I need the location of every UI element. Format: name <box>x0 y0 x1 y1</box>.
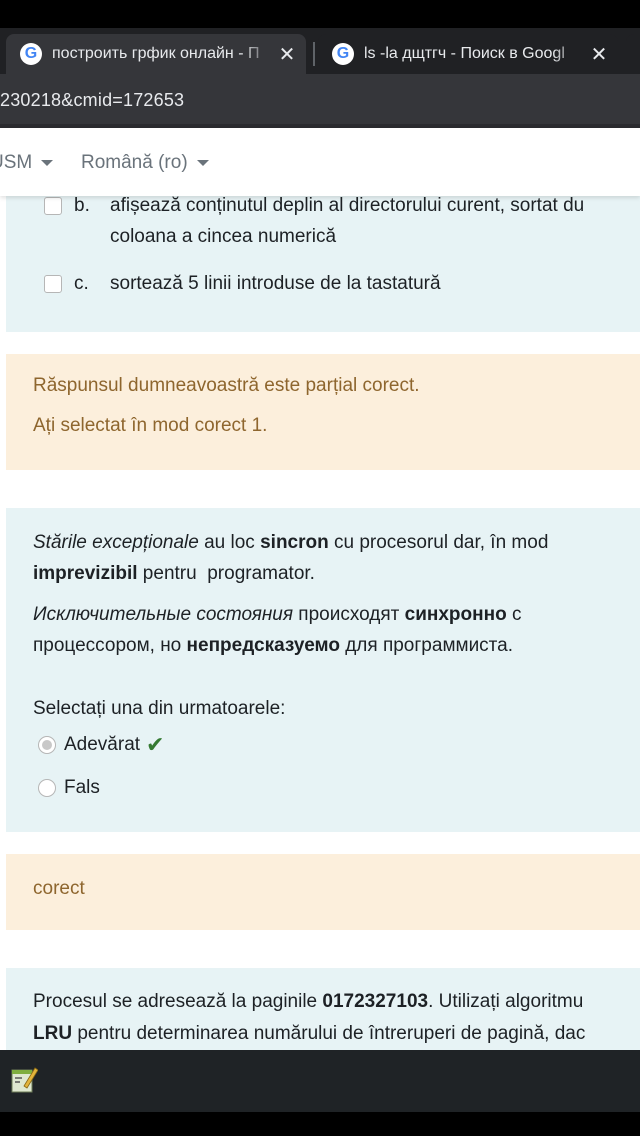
bold-term: sincron <box>260 532 329 553</box>
close-tab-icon[interactable]: ✕ <box>586 42 612 67</box>
question-1-option-c[interactable]: c. sortează 5 linii introduse de la tast… <box>44 268 441 299</box>
bold-term: 0172327103 <box>322 991 429 1012</box>
feedback-1-line1: Răspunsul dumneavoastră este parțial cor… <box>33 375 420 396</box>
chevron-down-icon <box>41 160 54 166</box>
text: pentru determinarea numărului de întreru… <box>72 1023 586 1044</box>
google-icon: G <box>20 43 42 65</box>
feedback-1-box: Răspunsul dumneavoastră este parțial cor… <box>6 354 640 470</box>
option-text: sortează 5 linii introduse de la tastatu… <box>110 273 441 294</box>
text: с <box>506 604 522 625</box>
option-letter: c. <box>74 273 89 294</box>
italic-term: Исключительные состояния <box>33 604 294 625</box>
question-2-text-ro-line2: imprevizibil pentru programator. <box>33 558 315 589</box>
question-2-prompt: Selectați una din urmatoarele: <box>33 698 286 719</box>
browser-tab-1[interactable]: G построить грфик онлайн - П ✕ <box>6 34 306 74</box>
nav-menu-usm[interactable]: USM <box>0 152 54 174</box>
text: au loc <box>198 532 261 553</box>
question-2-box: Stările excepționale au loc sincron cu p… <box>6 508 640 832</box>
text: pentru programator. <box>137 563 315 584</box>
text: процессором, но <box>33 635 187 656</box>
browser-tab-3[interactable] <box>626 34 640 74</box>
feedback-2-box: corect <box>6 854 640 930</box>
question-2-text-ru-line2: процессором, но непредсказуемо для прогр… <box>33 630 513 661</box>
bold-term: LRU <box>33 1023 73 1044</box>
option-text: afișează conținutul deplin al directorul… <box>110 196 585 216</box>
answer-option-false[interactable]: Fals <box>38 772 100 803</box>
os-taskbar <box>0 1050 640 1112</box>
radio-button[interactable] <box>38 779 56 797</box>
checkbox[interactable] <box>44 197 62 215</box>
text: Procesul se adresează la paginile <box>33 991 323 1012</box>
browser-tab-2[interactable]: G ls -la дщтгч - Поиск в Googl ✕ <box>318 34 618 74</box>
option-text: coloana a cincea numerică <box>110 226 337 247</box>
quiz-review-content: b. afișează conținutul deplin al directo… <box>0 196 640 1050</box>
question-1-option-b[interactable]: b. afișează conținutul deplin al directo… <box>44 196 584 252</box>
text: для программиста. <box>339 635 514 656</box>
radio-button-checked[interactable] <box>38 736 56 754</box>
italic-term: Stările excepționale <box>33 532 199 553</box>
option-label: Fals <box>64 777 100 798</box>
question-3-text-line1: Procesul se adresează la paginile 017232… <box>33 986 583 1017</box>
tab-title: ls -la дщтгч - Поиск в Googl <box>364 45 565 62</box>
google-icon: G <box>332 43 354 65</box>
question-2-text-ru-line1: Исключительные состояния происходят синх… <box>33 599 521 630</box>
checkmark-icon: ✔ <box>146 732 165 757</box>
language-label: Română ‎(ro)‎ <box>81 152 188 173</box>
text: . Utilizați algoritmu <box>428 991 584 1012</box>
screen-top-bar <box>0 0 640 28</box>
close-tab-icon[interactable]: ✕ <box>274 42 300 67</box>
tab-title: построить грфик онлайн - П <box>52 45 260 62</box>
question-3-text-line2: LRU pentru determinarea numărului de înt… <box>33 1018 585 1049</box>
checkbox[interactable] <box>44 275 62 293</box>
question-3-box: Procesul se adresează la paginile 017232… <box>6 968 640 1050</box>
site-navbar: USM Română ‎(ro)‎ <box>0 128 640 196</box>
bold-term: синхронно <box>404 604 507 625</box>
nav-menu-usm-label: USM <box>0 152 33 173</box>
address-bar-url[interactable]: 230218&cmid=172653 <box>0 90 184 111</box>
notepad-app-icon[interactable] <box>10 1064 39 1094</box>
option-letter: b. <box>74 196 90 216</box>
question-2-text-ro-line1: Stările excepționale au loc sincron cu p… <box>33 527 548 558</box>
bold-term: imprevizibil <box>33 563 138 584</box>
text: cu procesorul dar, în mod <box>328 532 549 553</box>
tab-separator <box>313 42 315 66</box>
language-selector[interactable]: Română ‎(ro)‎ <box>81 152 209 174</box>
feedback-2-text: corect <box>33 878 85 899</box>
answer-option-true[interactable]: Adevărat ✔ <box>38 729 164 760</box>
question-1-box: b. afișează conținutul deplin al directo… <box>6 196 640 332</box>
chevron-down-icon <box>196 160 209 166</box>
bold-term: непредсказуемо <box>186 635 340 656</box>
feedback-1-line2: Ați selectat în mod corect 1. <box>33 415 268 436</box>
screen-bottom-bar <box>0 1112 640 1136</box>
text: происходят <box>293 604 405 625</box>
option-label: Adevărat <box>64 734 141 755</box>
